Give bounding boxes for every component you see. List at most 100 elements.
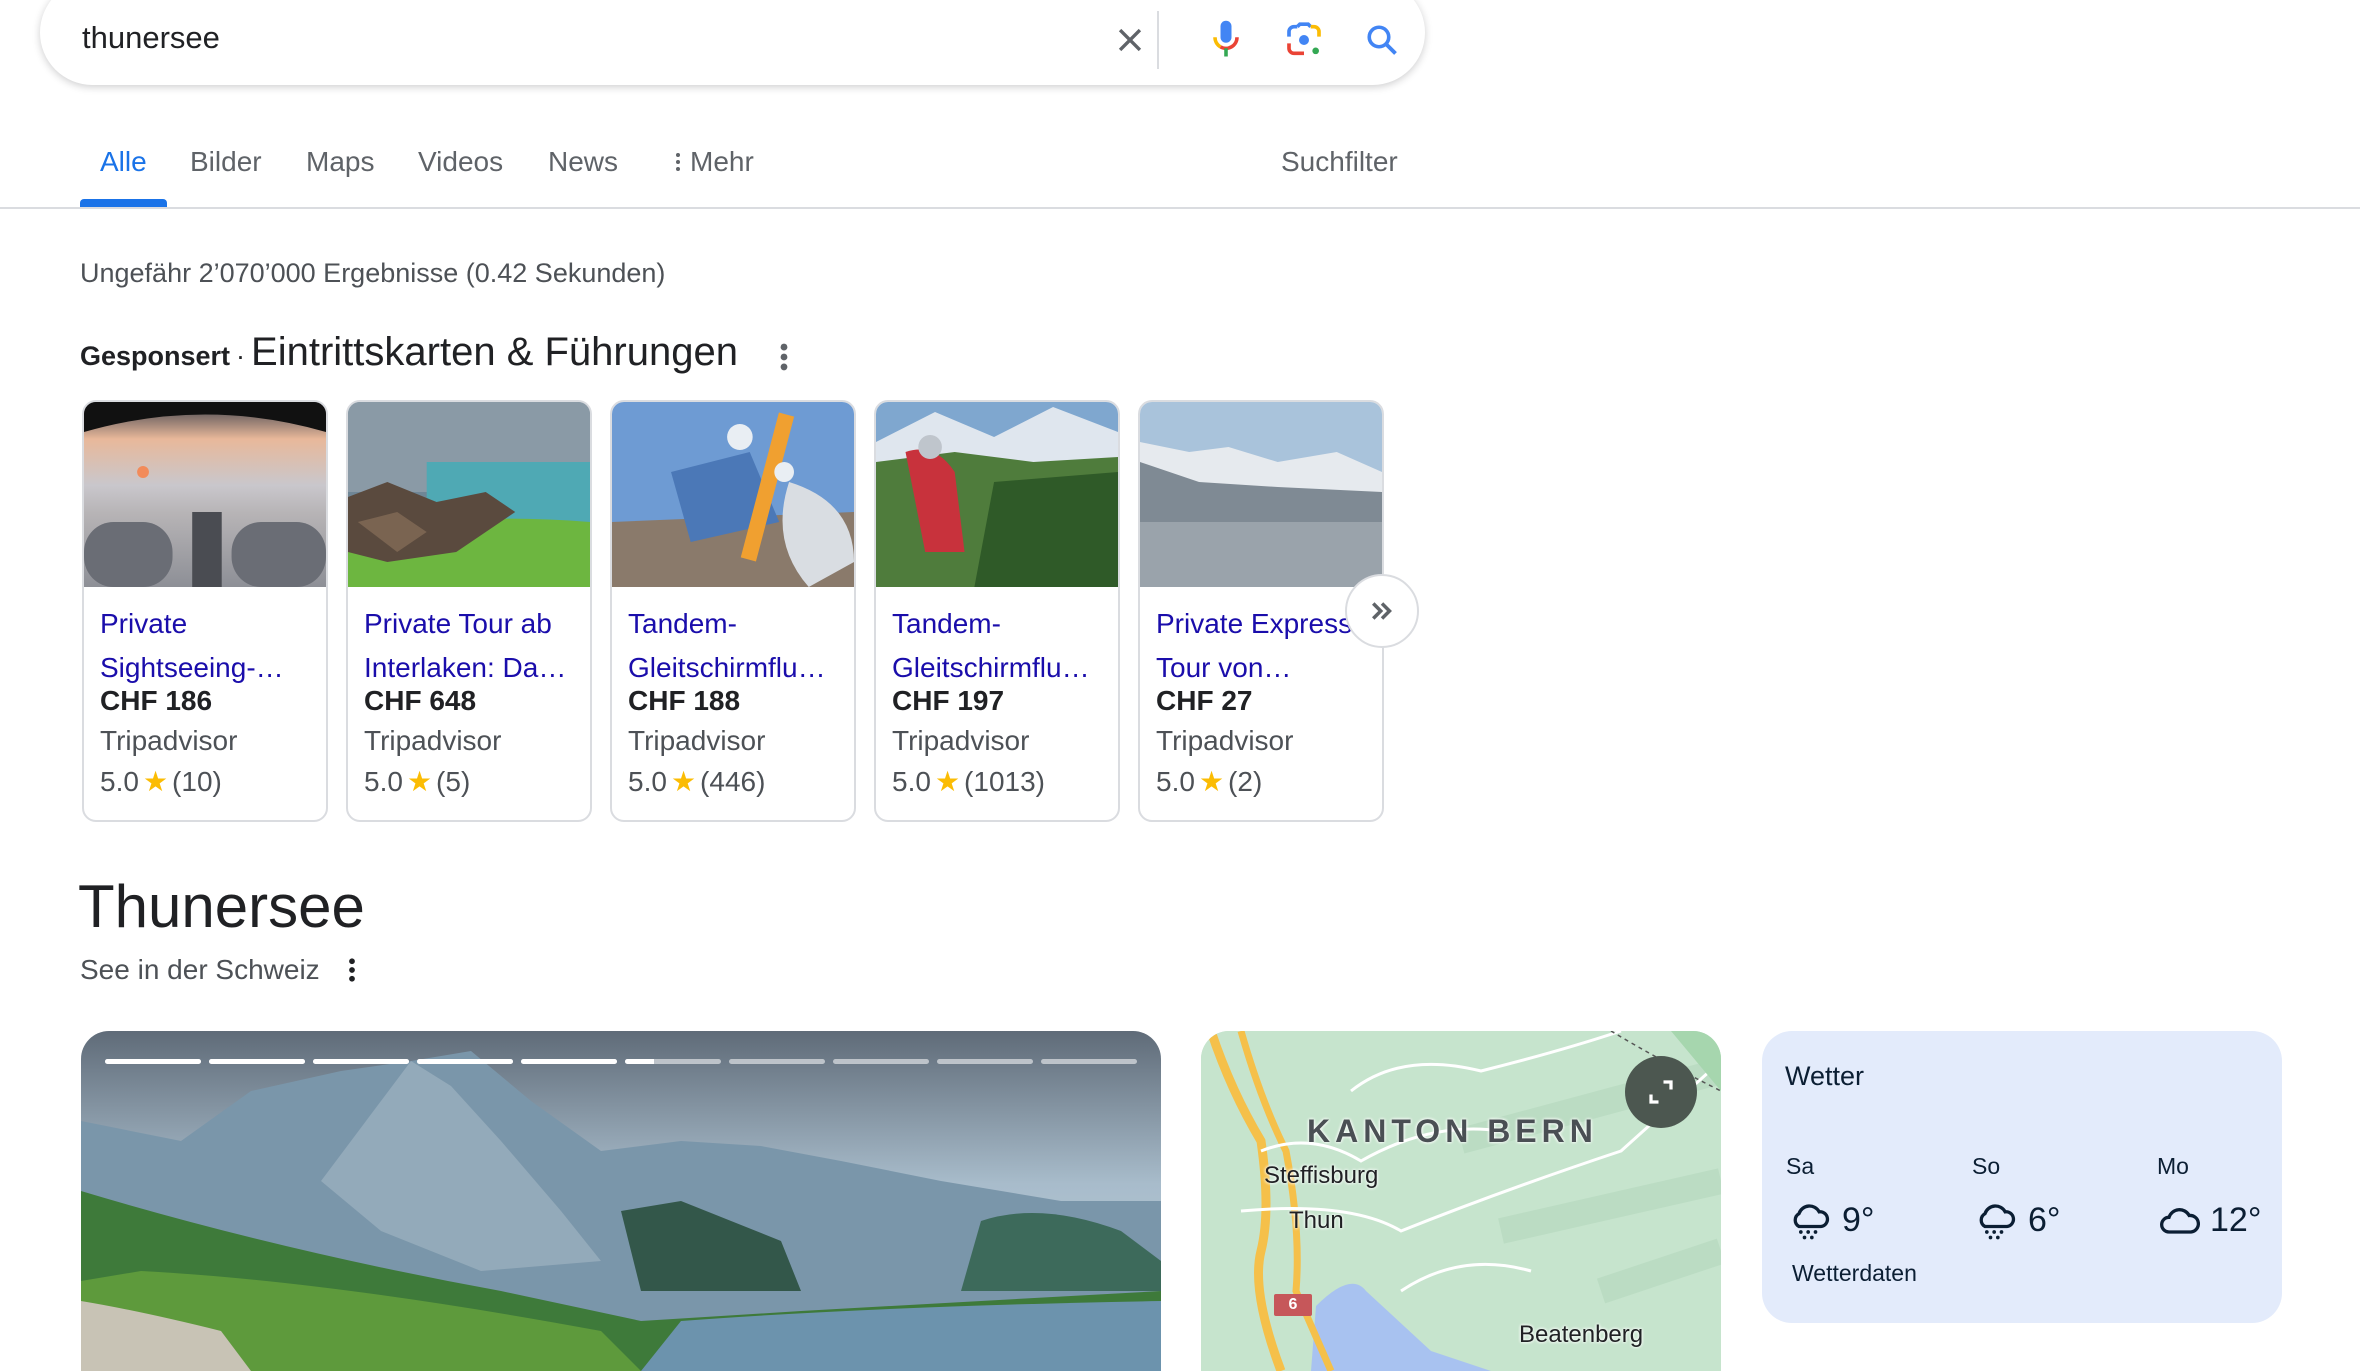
carousel-progress-segment[interactable] xyxy=(729,1059,825,1064)
lake-image-carousel[interactable] xyxy=(81,1031,1161,1371)
tab-alle[interactable]: Alle xyxy=(100,146,147,178)
card-source: Tripadvisor xyxy=(892,725,1030,756)
weather-temp: 12° xyxy=(2210,1201,2262,1239)
carousel-progress-fill xyxy=(209,1059,305,1064)
carousel-progress-segment[interactable] xyxy=(105,1059,201,1064)
card-price: CHF 186 xyxy=(100,685,213,716)
tab-mehr-label: Mehr xyxy=(690,146,754,177)
ticket-card[interactable]: Tandem-Gleitschirmflu… CHF 197 Tripadvis… xyxy=(874,400,1120,822)
snow-cloud-icon xyxy=(1793,1204,1830,1240)
card-source: Tripadvisor xyxy=(100,725,238,756)
card-rating: 5.0 ★ (2) xyxy=(1156,765,1262,798)
star-icon: ★ xyxy=(934,766,961,797)
card-price: CHF 197 xyxy=(892,685,1005,716)
card-rating: 5.0 ★ (5) xyxy=(364,765,470,798)
card-source: Tripadvisor xyxy=(364,725,502,756)
carousel-progress-fill xyxy=(521,1059,617,1064)
weather-title: Wetter xyxy=(1785,1061,1865,1091)
weather-card[interactable]: Wetter Sa So Mo 9° 6° 12° Wetterdaten xyxy=(1762,1031,2282,1323)
ticket-card[interactable]: Private Tour ab Interlaken: Da… CHF 648 … xyxy=(346,400,592,822)
tab-videos[interactable]: Videos xyxy=(418,146,503,178)
tabs-divider xyxy=(0,207,2360,209)
rating-value: 5.0 xyxy=(100,766,139,797)
carousel-progress-segment[interactable] xyxy=(521,1059,617,1064)
carousel-progress-segment[interactable] xyxy=(625,1059,721,1064)
star-icon: ★ xyxy=(1198,766,1225,797)
cloud-icon xyxy=(2160,1208,2201,1234)
card-price: CHF 27 xyxy=(1156,685,1253,716)
carousel-progress-segment[interactable] xyxy=(209,1059,305,1064)
card-image xyxy=(612,402,854,587)
expand-icon xyxy=(1649,1080,1673,1104)
rating-value: 5.0 xyxy=(1156,766,1195,797)
sponsored-header: Gesponsert · Eintrittskarten & Führungen xyxy=(80,330,738,380)
card-rating: 5.0 ★ (446) xyxy=(628,765,765,798)
card-title[interactable]: Private Tour ab Interlaken: Da… xyxy=(364,602,586,690)
star-icon: ★ xyxy=(142,766,169,797)
double-chevron-right-icon xyxy=(1372,602,1392,620)
knowledge-panel-title: Thunersee xyxy=(78,873,365,940)
map-region-label: KANTON BERN xyxy=(1307,1113,1598,1149)
tab-mehr[interactable]: Mehr xyxy=(672,146,754,178)
card-image xyxy=(1140,402,1382,587)
review-count: (446) xyxy=(700,766,766,797)
search-filter-button[interactable]: Suchfilter xyxy=(1281,146,1398,178)
snow-cloud-icon xyxy=(1979,1204,2016,1240)
road-shield: 6 xyxy=(1274,1294,1312,1316)
weather-day: So xyxy=(1972,1153,2001,1179)
carousel-progress-fill xyxy=(417,1059,513,1064)
carousel-progress xyxy=(105,1059,1137,1064)
weather-temp: 6° xyxy=(2028,1201,2061,1239)
card-title[interactable]: Tandem-Gleitschirmflu… xyxy=(892,602,1114,690)
card-price: CHF 648 xyxy=(364,685,477,716)
rating-value: 5.0 xyxy=(892,766,931,797)
result-stats: Ungefähr 2’070’000 Ergebnisse (0.42 Seku… xyxy=(80,258,666,288)
carousel-progress-fill xyxy=(105,1059,201,1064)
star-icon: ★ xyxy=(670,766,697,797)
map-place-label: Thun xyxy=(1289,1207,1344,1234)
carousel-progress-segment[interactable] xyxy=(1041,1059,1137,1064)
card-source: Tripadvisor xyxy=(628,725,766,756)
card-title[interactable]: Private Sightseeing-… xyxy=(100,602,322,690)
map-place-label: Beatenberg xyxy=(1519,1321,1644,1348)
ticket-card[interactable]: Tandem-Gleitschirmflu… CHF 188 Tripadvis… xyxy=(610,400,856,822)
knowledge-panel-subtitle: See in der Schweiz xyxy=(80,954,320,985)
card-image xyxy=(876,402,1118,587)
more-options-icon[interactable] xyxy=(772,340,796,374)
card-title[interactable]: Tandem-Gleitschirmflu… xyxy=(628,602,850,690)
card-price: CHF 188 xyxy=(628,685,741,716)
next-cards-button[interactable] xyxy=(1345,574,1419,648)
weather-data-link[interactable]: Wetterdaten xyxy=(1792,1260,1917,1287)
weather-day: Sa xyxy=(1786,1153,1815,1179)
sponsored-title: Eintrittskarten & Führungen xyxy=(251,330,738,374)
more-options-icon[interactable] xyxy=(342,955,362,985)
card-rating: 5.0 ★ (10) xyxy=(100,765,222,798)
sponsored-separator: · xyxy=(236,341,246,371)
lake-photo xyxy=(81,1031,1161,1371)
weather-day: Mo xyxy=(2157,1153,2189,1179)
review-count: (2) xyxy=(1228,766,1263,797)
expand-map-button[interactable] xyxy=(1625,1056,1697,1128)
active-tab-indicator xyxy=(80,199,167,207)
carousel-progress-fill xyxy=(313,1059,409,1064)
card-rating: 5.0 ★ (1013) xyxy=(892,765,1045,798)
ticket-card[interactable]: Private Sightseeing-… CHF 186 Tripadviso… xyxy=(82,400,328,822)
tab-bilder[interactable]: Bilder xyxy=(190,146,262,178)
review-count: (5) xyxy=(436,766,471,797)
tab-maps[interactable]: Maps xyxy=(306,146,374,178)
carousel-progress-segment[interactable] xyxy=(417,1059,513,1064)
review-count: (10) xyxy=(172,766,222,797)
card-image xyxy=(84,402,326,587)
tab-news[interactable]: News xyxy=(548,146,618,178)
map-preview[interactable]: KANTON BERN Steffisburg Thun Beatenberg … xyxy=(1201,1031,1721,1371)
map-place-label: Steffisburg xyxy=(1264,1162,1379,1189)
card-source: Tripadvisor xyxy=(1156,725,1294,756)
rating-value: 5.0 xyxy=(364,766,403,797)
search-tabs: Alle Bilder Maps Videos News Mehr Suchfi… xyxy=(0,0,2360,210)
carousel-progress-segment[interactable] xyxy=(313,1059,409,1064)
carousel-progress-segment[interactable] xyxy=(937,1059,1033,1064)
card-image xyxy=(348,402,590,587)
more-vert-icon xyxy=(676,153,680,171)
carousel-progress-segment[interactable] xyxy=(833,1059,929,1064)
review-count: (1013) xyxy=(964,766,1045,797)
